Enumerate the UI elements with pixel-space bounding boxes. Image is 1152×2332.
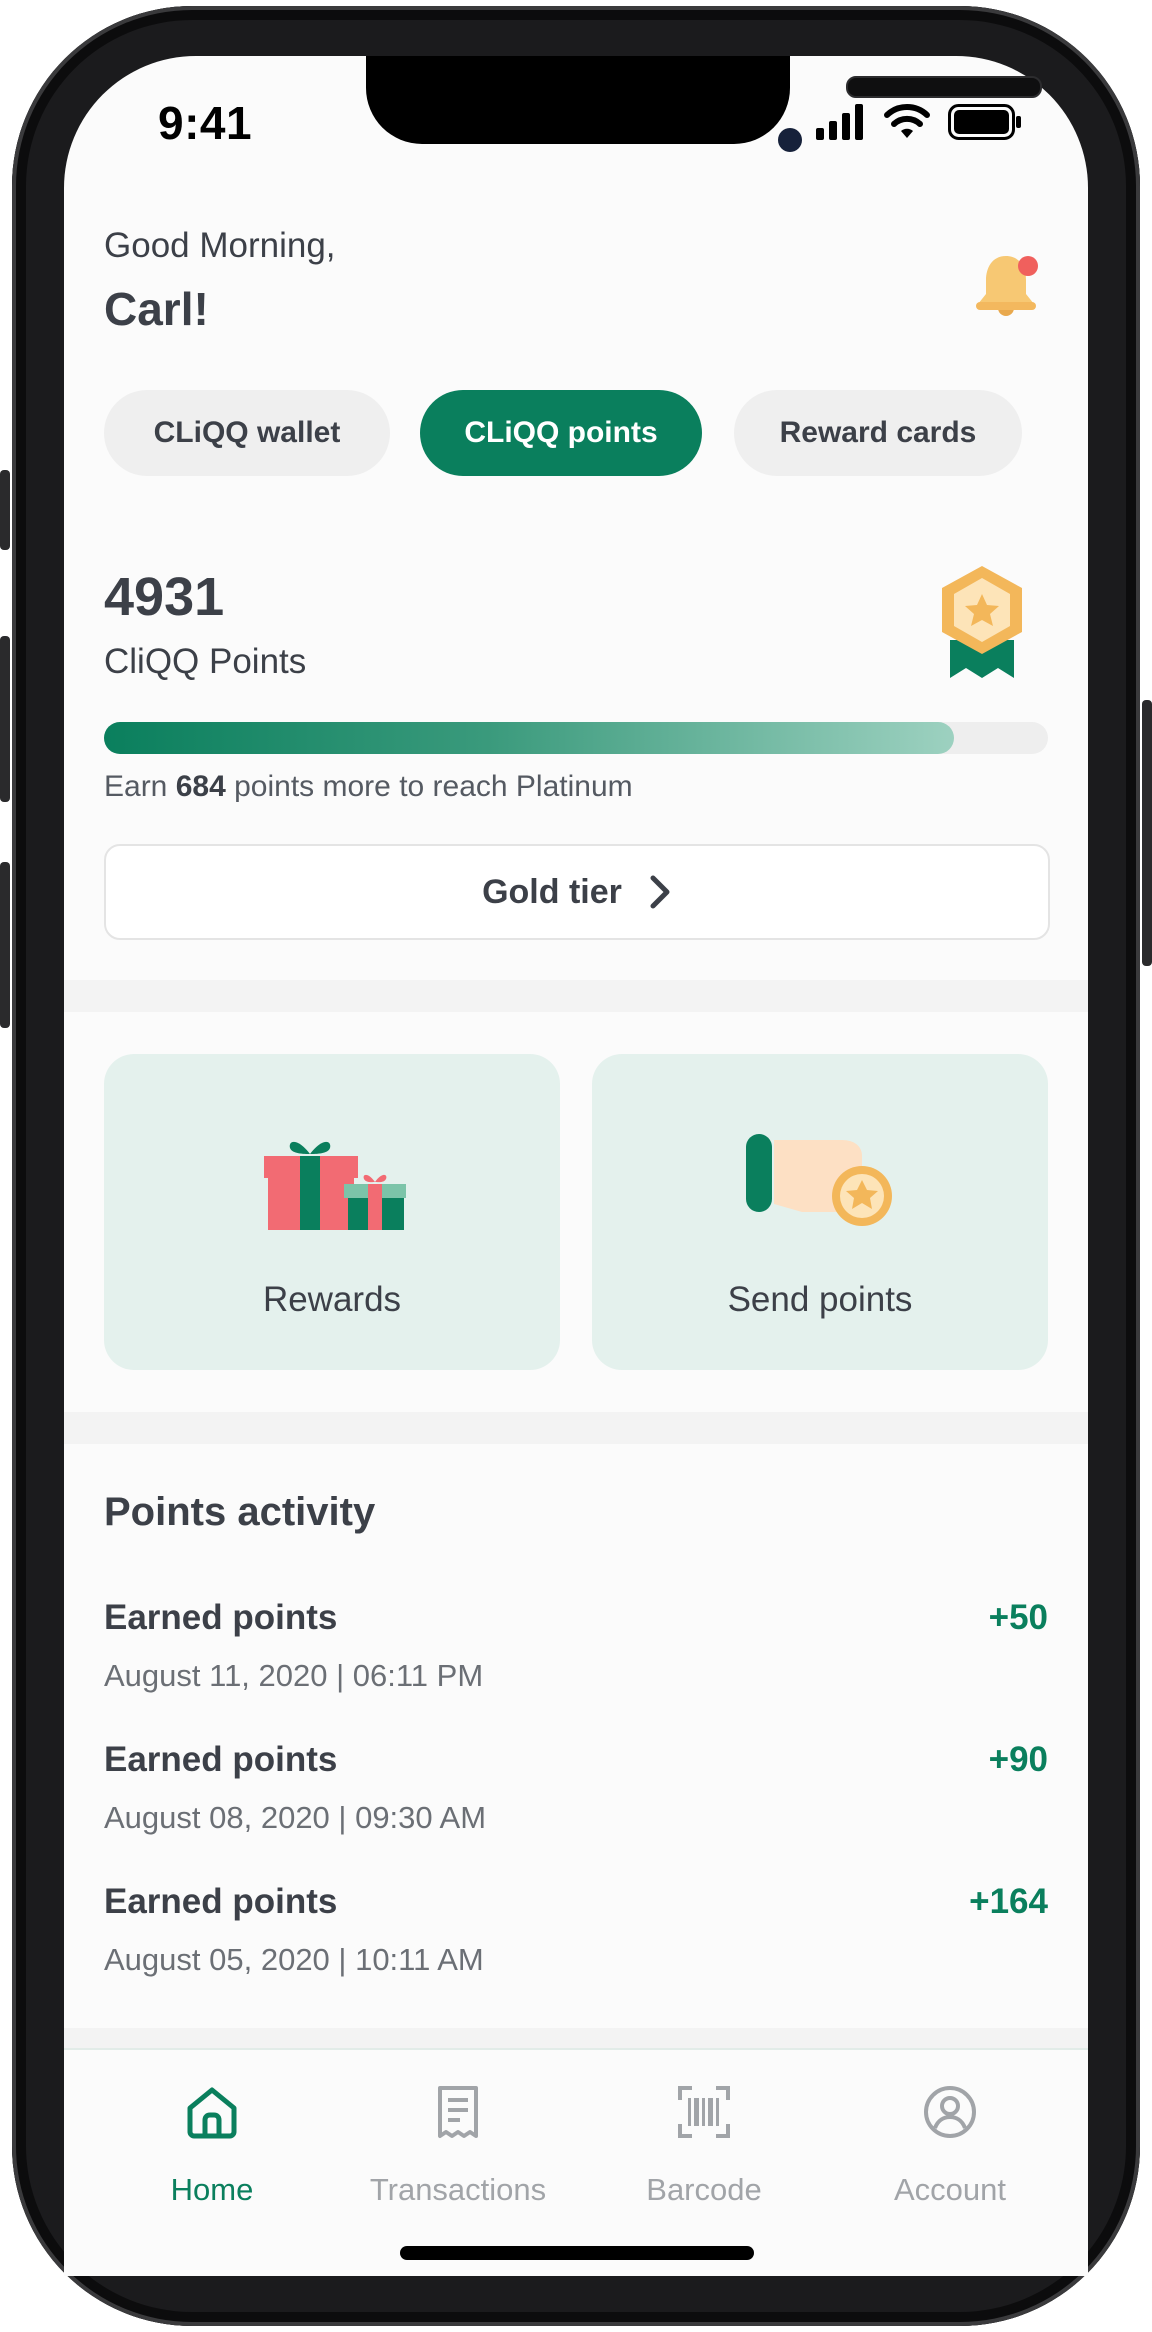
earn-amount: 684 bbox=[175, 770, 226, 803]
tab-cliqq-wallet[interactable]: CLiQQ wallet bbox=[104, 390, 390, 476]
nav-barcode-label: Barcode bbox=[646, 2172, 762, 2207]
barcode-icon bbox=[678, 2086, 730, 2138]
bottom-nav: Home Transactions Barcode Account bbox=[64, 2048, 1088, 2276]
nav-transactions[interactable]: Transactions bbox=[338, 2070, 578, 2207]
points-value: 4931 bbox=[104, 567, 225, 627]
points-label: CliQQ Points bbox=[104, 642, 307, 681]
earn-points-text: Earn 684 points more to reach Platinum bbox=[104, 770, 633, 804]
progress-bar bbox=[104, 722, 1048, 754]
activity-amount: +50 bbox=[988, 1598, 1048, 1637]
activity-amount: +164 bbox=[969, 1882, 1048, 1921]
tier-button-label: Gold tier bbox=[482, 872, 622, 911]
status-time: 9:41 bbox=[158, 97, 253, 149]
volume-down-button bbox=[0, 862, 10, 1028]
progress-fill bbox=[104, 722, 954, 754]
nav-transactions-label: Transactions bbox=[369, 2172, 547, 2207]
tab-reward-cards[interactable]: Reward cards bbox=[734, 390, 1022, 476]
gold-tier-button[interactable]: Gold tier bbox=[104, 844, 1050, 940]
activity-date: August 11, 2020 | 06:11 PM bbox=[104, 1658, 484, 1693]
home-icon bbox=[187, 2087, 237, 2139]
activity-title: Earned points bbox=[104, 1598, 338, 1637]
nav-home[interactable]: Home bbox=[92, 2070, 332, 2207]
notification-bell-icon[interactable] bbox=[970, 250, 1042, 322]
activity-amount: +90 bbox=[988, 1740, 1048, 1779]
earn-prefix: Earn bbox=[104, 770, 176, 803]
nav-home-label: Home bbox=[170, 2172, 254, 2207]
speaker bbox=[846, 76, 1042, 98]
greeting-text: Good Morning, bbox=[104, 226, 336, 265]
send-points-label: Send points bbox=[727, 1280, 913, 1319]
receipt-icon bbox=[438, 2086, 478, 2138]
activity-row[interactable]: Earned points August 08, 2020 | 09:30 AM… bbox=[104, 1740, 1048, 1870]
signal-icon bbox=[816, 104, 863, 140]
account-icon bbox=[924, 2086, 976, 2138]
user-name: Carl! bbox=[104, 283, 209, 335]
nav-account[interactable]: Account bbox=[830, 2070, 1070, 2207]
battery-icon bbox=[948, 104, 1021, 140]
power-button bbox=[1142, 700, 1152, 966]
send-points-card[interactable]: Send points bbox=[592, 1054, 1048, 1370]
nav-barcode[interactable]: Barcode bbox=[584, 2070, 824, 2207]
nav-account-label: Account bbox=[893, 2172, 1006, 2207]
rewards-label: Rewards bbox=[262, 1280, 402, 1319]
activity-row[interactable]: Earned points August 05, 2020 | 10:11 AM… bbox=[104, 1882, 1048, 2012]
hand-star-icon bbox=[746, 1134, 892, 1226]
mute-switch bbox=[0, 470, 10, 550]
notch bbox=[366, 56, 1042, 152]
activity-row[interactable]: Earned points August 11, 2020 | 06:11 PM… bbox=[104, 1598, 1048, 1728]
rewards-card[interactable]: Rewards bbox=[104, 1054, 560, 1370]
section-divider bbox=[64, 1412, 1088, 1444]
tier-badge-icon bbox=[942, 566, 1022, 678]
activity-title: Earned points bbox=[104, 1882, 338, 1921]
volume-up-button bbox=[0, 636, 10, 802]
earn-suffix: points more to reach Platinum bbox=[225, 770, 633, 803]
wifi-icon bbox=[884, 104, 930, 138]
home-indicator bbox=[400, 2246, 754, 2260]
activity-title: Earned points bbox=[104, 1740, 338, 1779]
gift-icon bbox=[264, 1141, 406, 1230]
activity-date: August 05, 2020 | 10:11 AM bbox=[104, 1942, 484, 1977]
section-divider bbox=[64, 980, 1088, 1012]
tab-cliqq-points[interactable]: CLiQQ points bbox=[420, 390, 702, 476]
camera bbox=[778, 128, 802, 152]
points-activity-title: Points activity bbox=[104, 1490, 376, 1534]
chevron-right-icon bbox=[650, 875, 670, 909]
section-divider bbox=[64, 2028, 1088, 2048]
activity-date: August 08, 2020 | 09:30 AM bbox=[104, 1800, 487, 1835]
